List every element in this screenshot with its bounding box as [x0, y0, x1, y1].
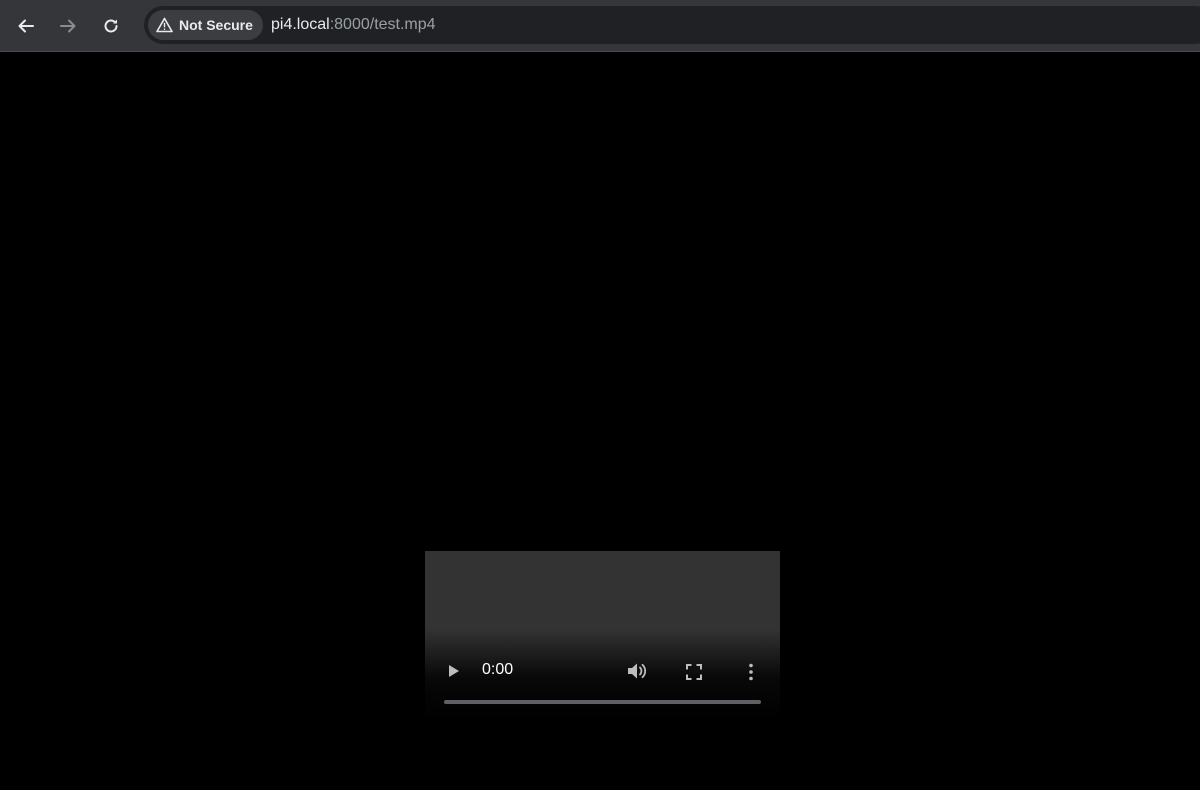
- address-bar[interactable]: Not Secure pi4.local:8000/test.mp4: [144, 6, 1200, 44]
- more-vertical-icon: [749, 663, 753, 681]
- browser-toolbar: Not Secure pi4.local:8000/test.mp4: [0, 0, 1200, 52]
- url-text[interactable]: pi4.local:8000/test.mp4: [271, 6, 436, 44]
- warning-triangle-icon: [156, 17, 173, 33]
- fullscreen-button[interactable]: [685, 663, 703, 681]
- play-button[interactable]: [444, 663, 464, 679]
- url-path: :8000/test.mp4: [329, 16, 436, 33]
- url-host: pi4.local: [271, 16, 330, 33]
- arrow-right-icon: [60, 19, 76, 33]
- arrow-left-icon: [18, 19, 34, 33]
- more-options-button[interactable]: [745, 662, 757, 682]
- video-player[interactable]: 0:00: [425, 551, 780, 719]
- forward-button[interactable]: [51, 9, 85, 43]
- controls-gradient: [425, 629, 780, 719]
- reload-button[interactable]: [94, 9, 128, 43]
- security-label: Not Secure: [179, 17, 253, 33]
- back-button[interactable]: [9, 9, 43, 43]
- play-icon: [449, 665, 459, 677]
- progress-bar[interactable]: [444, 700, 761, 704]
- volume-icon: [628, 663, 647, 679]
- mute-button[interactable]: [626, 660, 648, 682]
- reload-icon: [104, 19, 118, 33]
- fullscreen-icon: [686, 664, 702, 680]
- page-viewport: 0:00: [0, 52, 1200, 790]
- security-indicator[interactable]: Not Secure: [148, 10, 263, 40]
- current-time: 0:00: [482, 661, 514, 678]
